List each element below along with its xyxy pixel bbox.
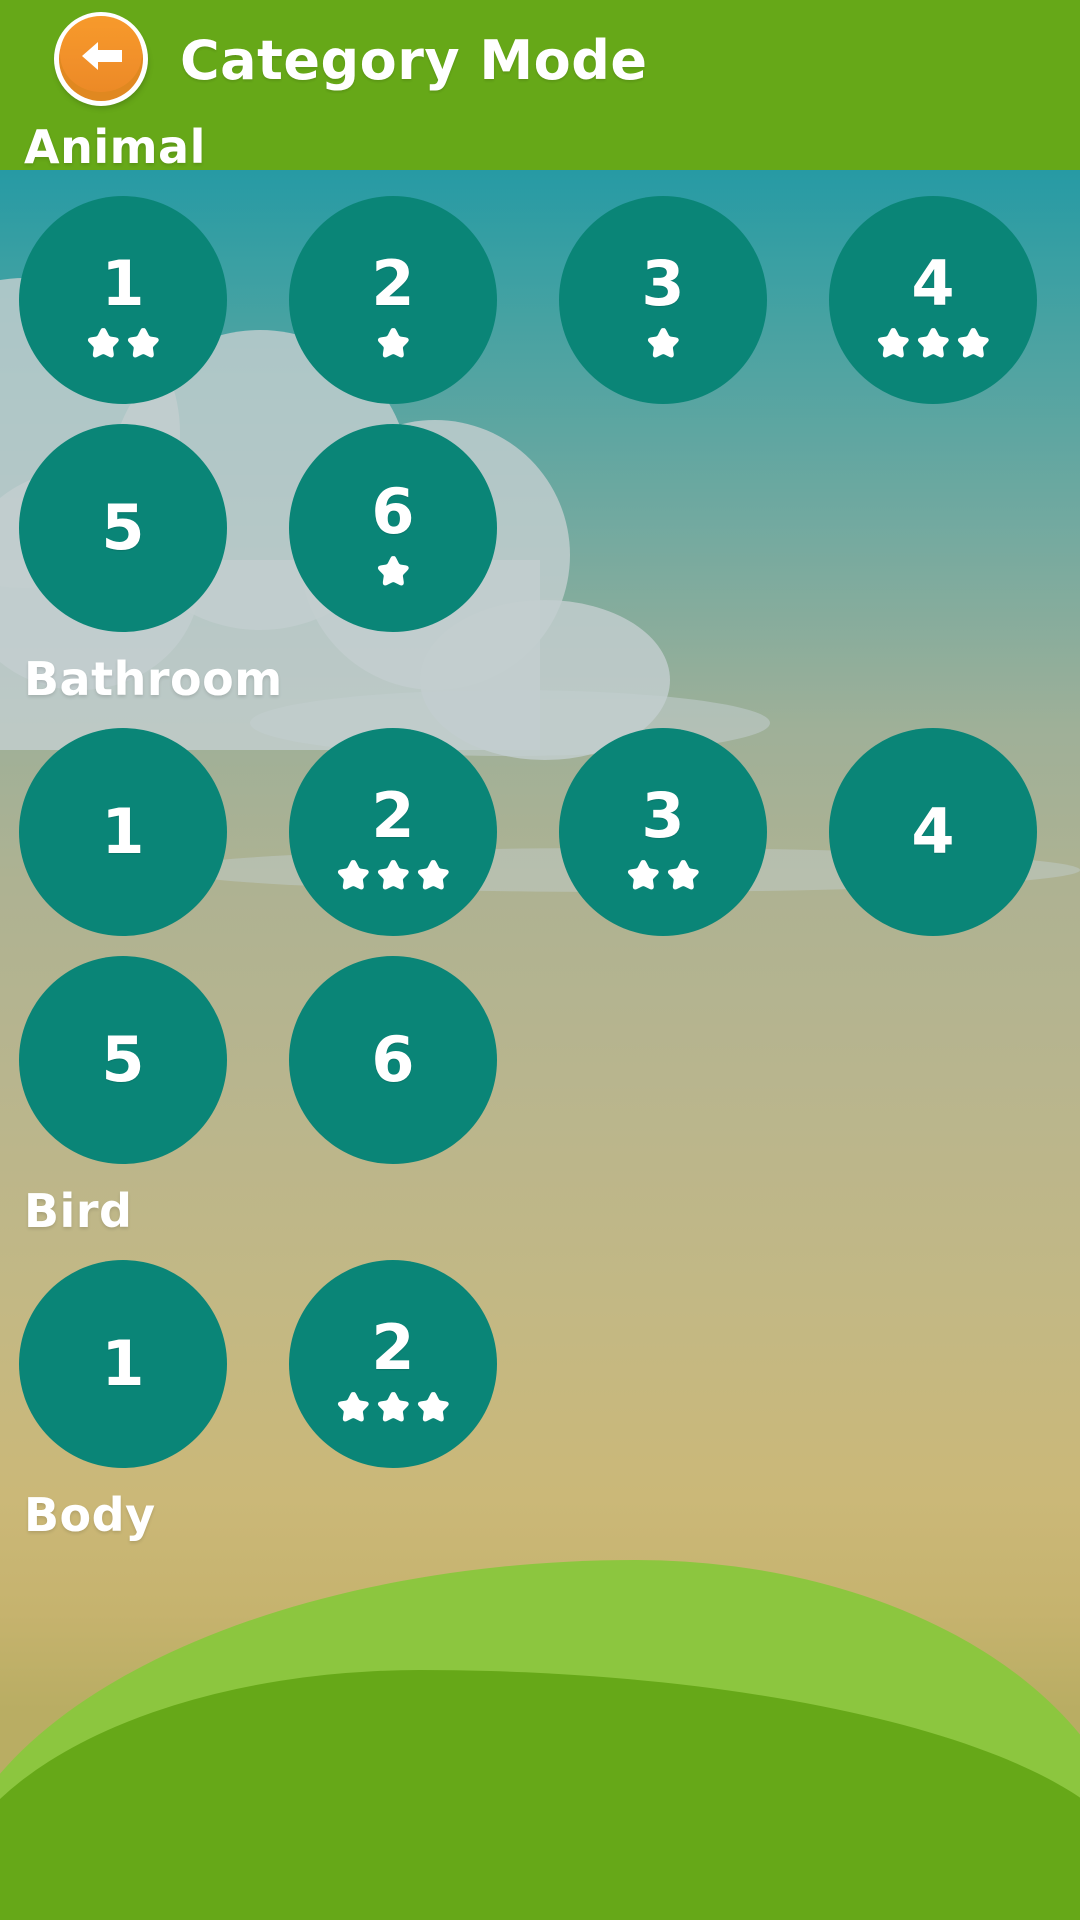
category-title: Bird: [24, 1184, 133, 1238]
page-title: Category Mode: [180, 28, 648, 92]
category-title: Body: [24, 1488, 156, 1542]
level-number: 2: [371, 779, 415, 852]
level-row: 1 2 3 4: [0, 728, 1080, 936]
level-number: 1: [101, 1327, 145, 1400]
header-bar: Category Mode: [0, 0, 1080, 120]
star-icon: [337, 860, 369, 890]
level-number: 4: [911, 247, 955, 320]
level-number: 2: [371, 247, 415, 320]
star-icon: [377, 1392, 409, 1422]
level-button[interactable]: 3: [559, 196, 767, 404]
star-icon: [127, 328, 159, 358]
category-title: Animal: [24, 120, 206, 174]
level-button[interactable]: 3: [559, 728, 767, 936]
category-list: Animal 1 2 3 4 5 6 Bathroom 1 2 3 4 5 6 Bird 1 2 Body: [0, 120, 1080, 1920]
level-button[interactable]: 1: [19, 1260, 227, 1468]
level-row: 12: [0, 1260, 1080, 1468]
category-section: Body: [0, 1488, 1080, 1542]
star-icon: [87, 328, 119, 358]
star-rating: [289, 326, 497, 360]
level-number: 5: [101, 1023, 145, 1096]
level-button[interactable]: 5: [19, 424, 227, 632]
star-icon: [877, 328, 909, 358]
category-section: Bathroom 1 2 3 4 5 6: [0, 652, 1080, 1164]
level-number: 6: [371, 1023, 415, 1096]
level-number: 1: [101, 795, 145, 868]
star-icon: [337, 1392, 369, 1422]
category-section: Animal 1 2 3 4 5 6: [0, 120, 1080, 632]
star-icon: [627, 860, 659, 890]
star-rating: [559, 858, 767, 892]
star-rating: [289, 1390, 497, 1424]
level-button[interactable]: 6: [289, 956, 497, 1164]
star-rating: [289, 554, 497, 588]
level-row: 1 2 3 4: [0, 196, 1080, 404]
level-button[interactable]: 2: [289, 196, 497, 404]
category-section: Bird 1 2: [0, 1184, 1080, 1468]
category-mode-screen: Category Mode Animal 1 2 3 4 5 6 Bathroom 1 2 3 4 5 6…: [0, 0, 1080, 1920]
level-button[interactable]: 5: [19, 956, 227, 1164]
level-button[interactable]: 2: [289, 1260, 497, 1468]
star-icon: [647, 328, 679, 358]
level-number: 6: [371, 475, 415, 548]
level-button[interactable]: 1: [19, 196, 227, 404]
star-rating: [829, 326, 1037, 360]
level-number: 3: [641, 247, 685, 320]
level-row: 56: [0, 956, 1080, 1164]
level-button[interactable]: 1: [19, 728, 227, 936]
star-rating: [559, 326, 767, 360]
level-number: 5: [101, 491, 145, 564]
star-icon: [377, 860, 409, 890]
level-button[interactable]: 6: [289, 424, 497, 632]
level-button[interactable]: 2: [289, 728, 497, 936]
level-number: 2: [371, 1311, 415, 1384]
level-number: 4: [911, 795, 955, 868]
level-button[interactable]: 4: [829, 728, 1037, 936]
category-title: Bathroom: [24, 652, 283, 706]
star-icon: [917, 328, 949, 358]
star-icon: [417, 860, 449, 890]
level-number: 1: [101, 247, 145, 320]
star-icon: [377, 556, 409, 586]
star-rating: [19, 326, 227, 360]
level-number: 3: [641, 779, 685, 852]
star-icon: [377, 328, 409, 358]
star-icon: [417, 1392, 449, 1422]
level-button[interactable]: 4: [829, 196, 1037, 404]
back-button[interactable]: [54, 12, 150, 108]
star-icon: [667, 860, 699, 890]
level-row: 56: [0, 424, 1080, 632]
star-icon: [957, 328, 989, 358]
star-rating: [289, 858, 497, 892]
back-arrow-icon: [82, 42, 122, 71]
